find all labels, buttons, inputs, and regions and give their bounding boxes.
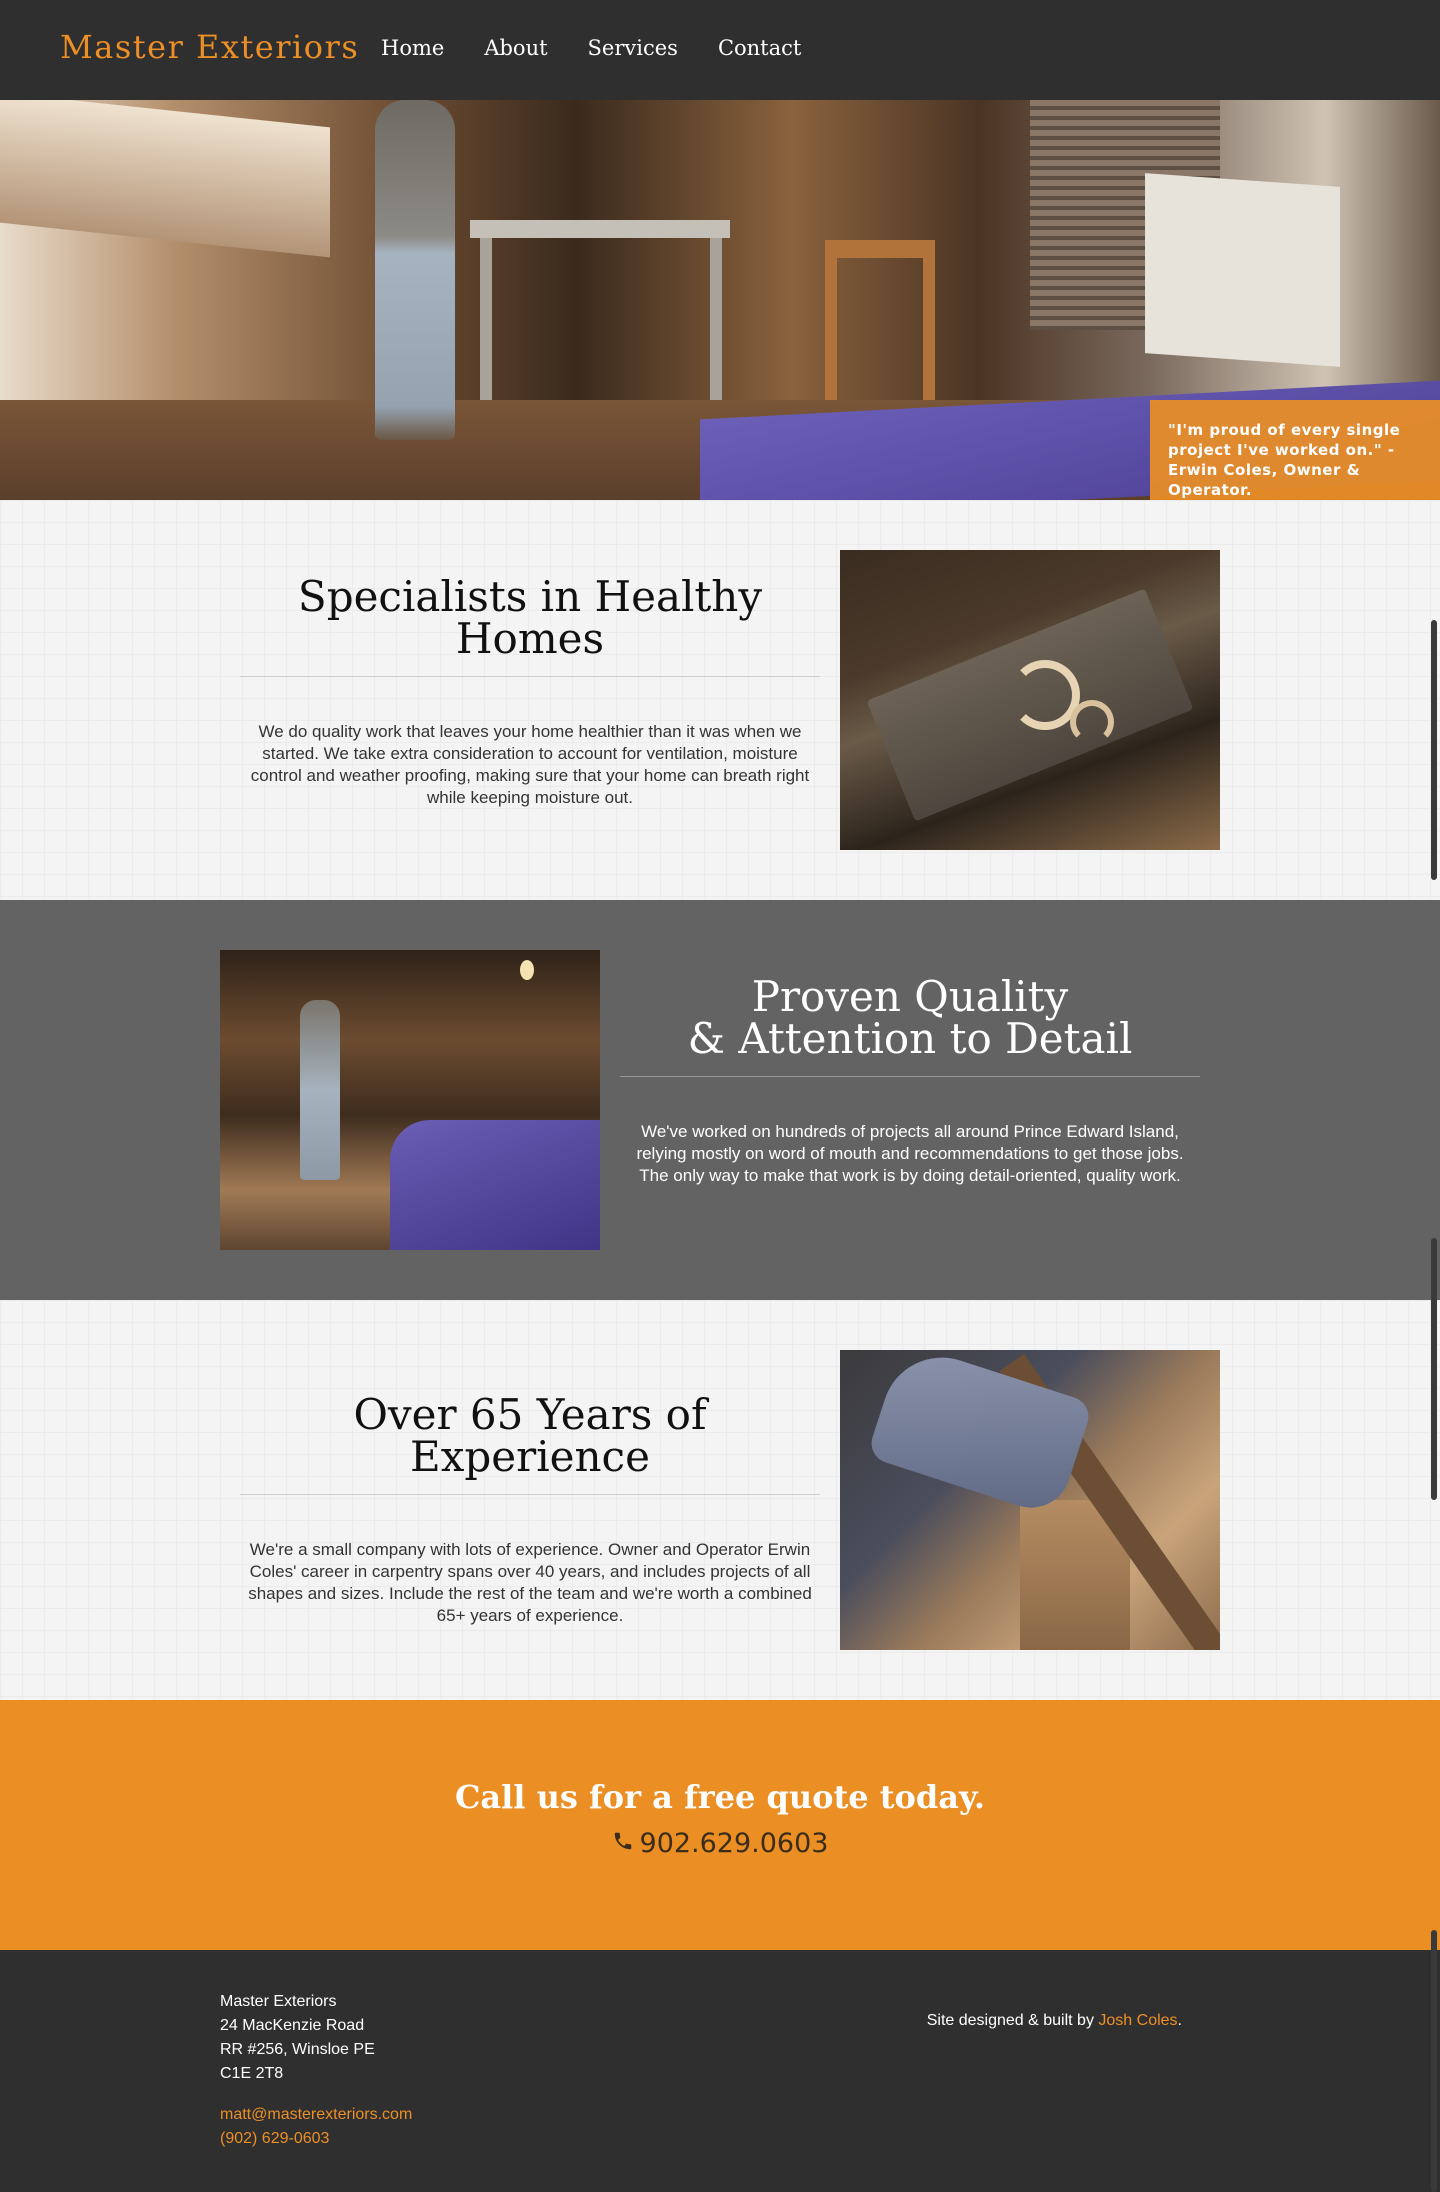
section-proven-quality: Proven Quality & Attention to Detail We'…: [0, 900, 1440, 1300]
hero-carousel: "I'm proud of every single project I've …: [0, 100, 1440, 500]
hero-bg-bench: [0, 100, 330, 258]
footer-contact: matt@masterexteriors.com (902) 629-0603: [220, 2103, 412, 2151]
photo-tarp: [390, 1120, 600, 1250]
site-footer: Master Exteriors 24 MacKenzie Road RR #2…: [0, 1950, 1440, 2192]
hero-bg-stool: [825, 240, 935, 420]
brand-logo[interactable]: Master Exteriors: [60, 28, 359, 66]
scrollbar-thumb[interactable]: [1431, 620, 1437, 880]
section-heading: Over 65 Years of Experience: [240, 1394, 820, 1495]
nav-link-services[interactable]: Services: [588, 36, 678, 60]
hero-quote: "I'm proud of every single project I've …: [1150, 400, 1440, 500]
wood-shavings-photo: [840, 550, 1220, 850]
photo-shaving: [1070, 700, 1114, 744]
section-text: Proven Quality & Attention to Detail We'…: [620, 976, 1200, 1187]
credit-prefix: Site designed & built by: [926, 2012, 1099, 2029]
scrollbar-thumb[interactable]: [1431, 1930, 1437, 2192]
footer-email-link[interactable]: matt@masterexteriors.com: [220, 2103, 412, 2127]
section-text: Specialists in Healthy Homes We do quali…: [240, 576, 820, 809]
phone-icon: [612, 1828, 634, 1859]
workshop-photo: [220, 950, 600, 1250]
section-body: We're a small company with lots of exper…: [248, 1540, 812, 1625]
section-heading: Specialists in Healthy Homes: [240, 576, 820, 677]
nav-link-contact[interactable]: Contact: [718, 36, 801, 60]
footer-street: 24 MacKenzie Road: [220, 2017, 365, 2034]
main-menu: Home About Services Contact: [381, 36, 841, 60]
hero-bg-carpenter: [375, 100, 455, 440]
footer-company: Master Exteriors: [220, 1993, 337, 2010]
hero-bg-table: [470, 220, 730, 238]
nav-link-home[interactable]: Home: [381, 36, 444, 60]
section-experience: Over 65 Years of Experience We're a smal…: [0, 1300, 1440, 1700]
nav-link-about[interactable]: About: [484, 36, 547, 60]
measuring-photo: [840, 1350, 1220, 1650]
top-navbar: Master Exteriors Home About Services Con…: [0, 0, 1440, 100]
scrollbar-thumb[interactable]: [1431, 1238, 1437, 1500]
section-text: Over 65 Years of Experience We're a smal…: [240, 1394, 820, 1627]
photo-lamp: [520, 960, 534, 980]
footer-postal: C1E 2T8: [220, 2065, 284, 2082]
cta-phone-line[interactable]: 902.629.0603: [0, 1828, 1440, 1859]
section-heading: Proven Quality & Attention to Detail: [620, 976, 1200, 1077]
photo-worker-arm: [866, 1350, 1094, 1518]
footer-box: RR #256, Winsloe PE: [220, 2041, 375, 2058]
credit-author-link[interactable]: Josh Coles: [1098, 2012, 1177, 2029]
section-body: We do quality work that leaves your home…: [250, 722, 810, 807]
credit-suffix: .: [1177, 2012, 1182, 2029]
section-healthy-homes: Specialists in Healthy Homes We do quali…: [0, 500, 1440, 900]
footer-credit: Site designed & built by Josh Coles.: [927, 2012, 1182, 2030]
heading-line-2: Homes: [455, 614, 605, 663]
photo-carpenter: [300, 1000, 340, 1180]
footer-address: Master Exteriors 24 MacKenzie Road RR #2…: [220, 1990, 375, 2086]
footer-phone-link[interactable]: (902) 629-0603: [220, 2127, 412, 2151]
cta-phone-number[interactable]: 902.629.0603: [640, 1828, 829, 1859]
hero-bg-panel: [1145, 173, 1340, 367]
heading-line-2: & Attention to Detail: [687, 1014, 1133, 1063]
call-to-action-banner: Call us for a free quote today. 902.629.…: [0, 1700, 1440, 1950]
section-body: We've worked on hundreds of projects all…: [636, 1122, 1184, 1185]
cta-title: Call us for a free quote today.: [454, 1778, 986, 1816]
